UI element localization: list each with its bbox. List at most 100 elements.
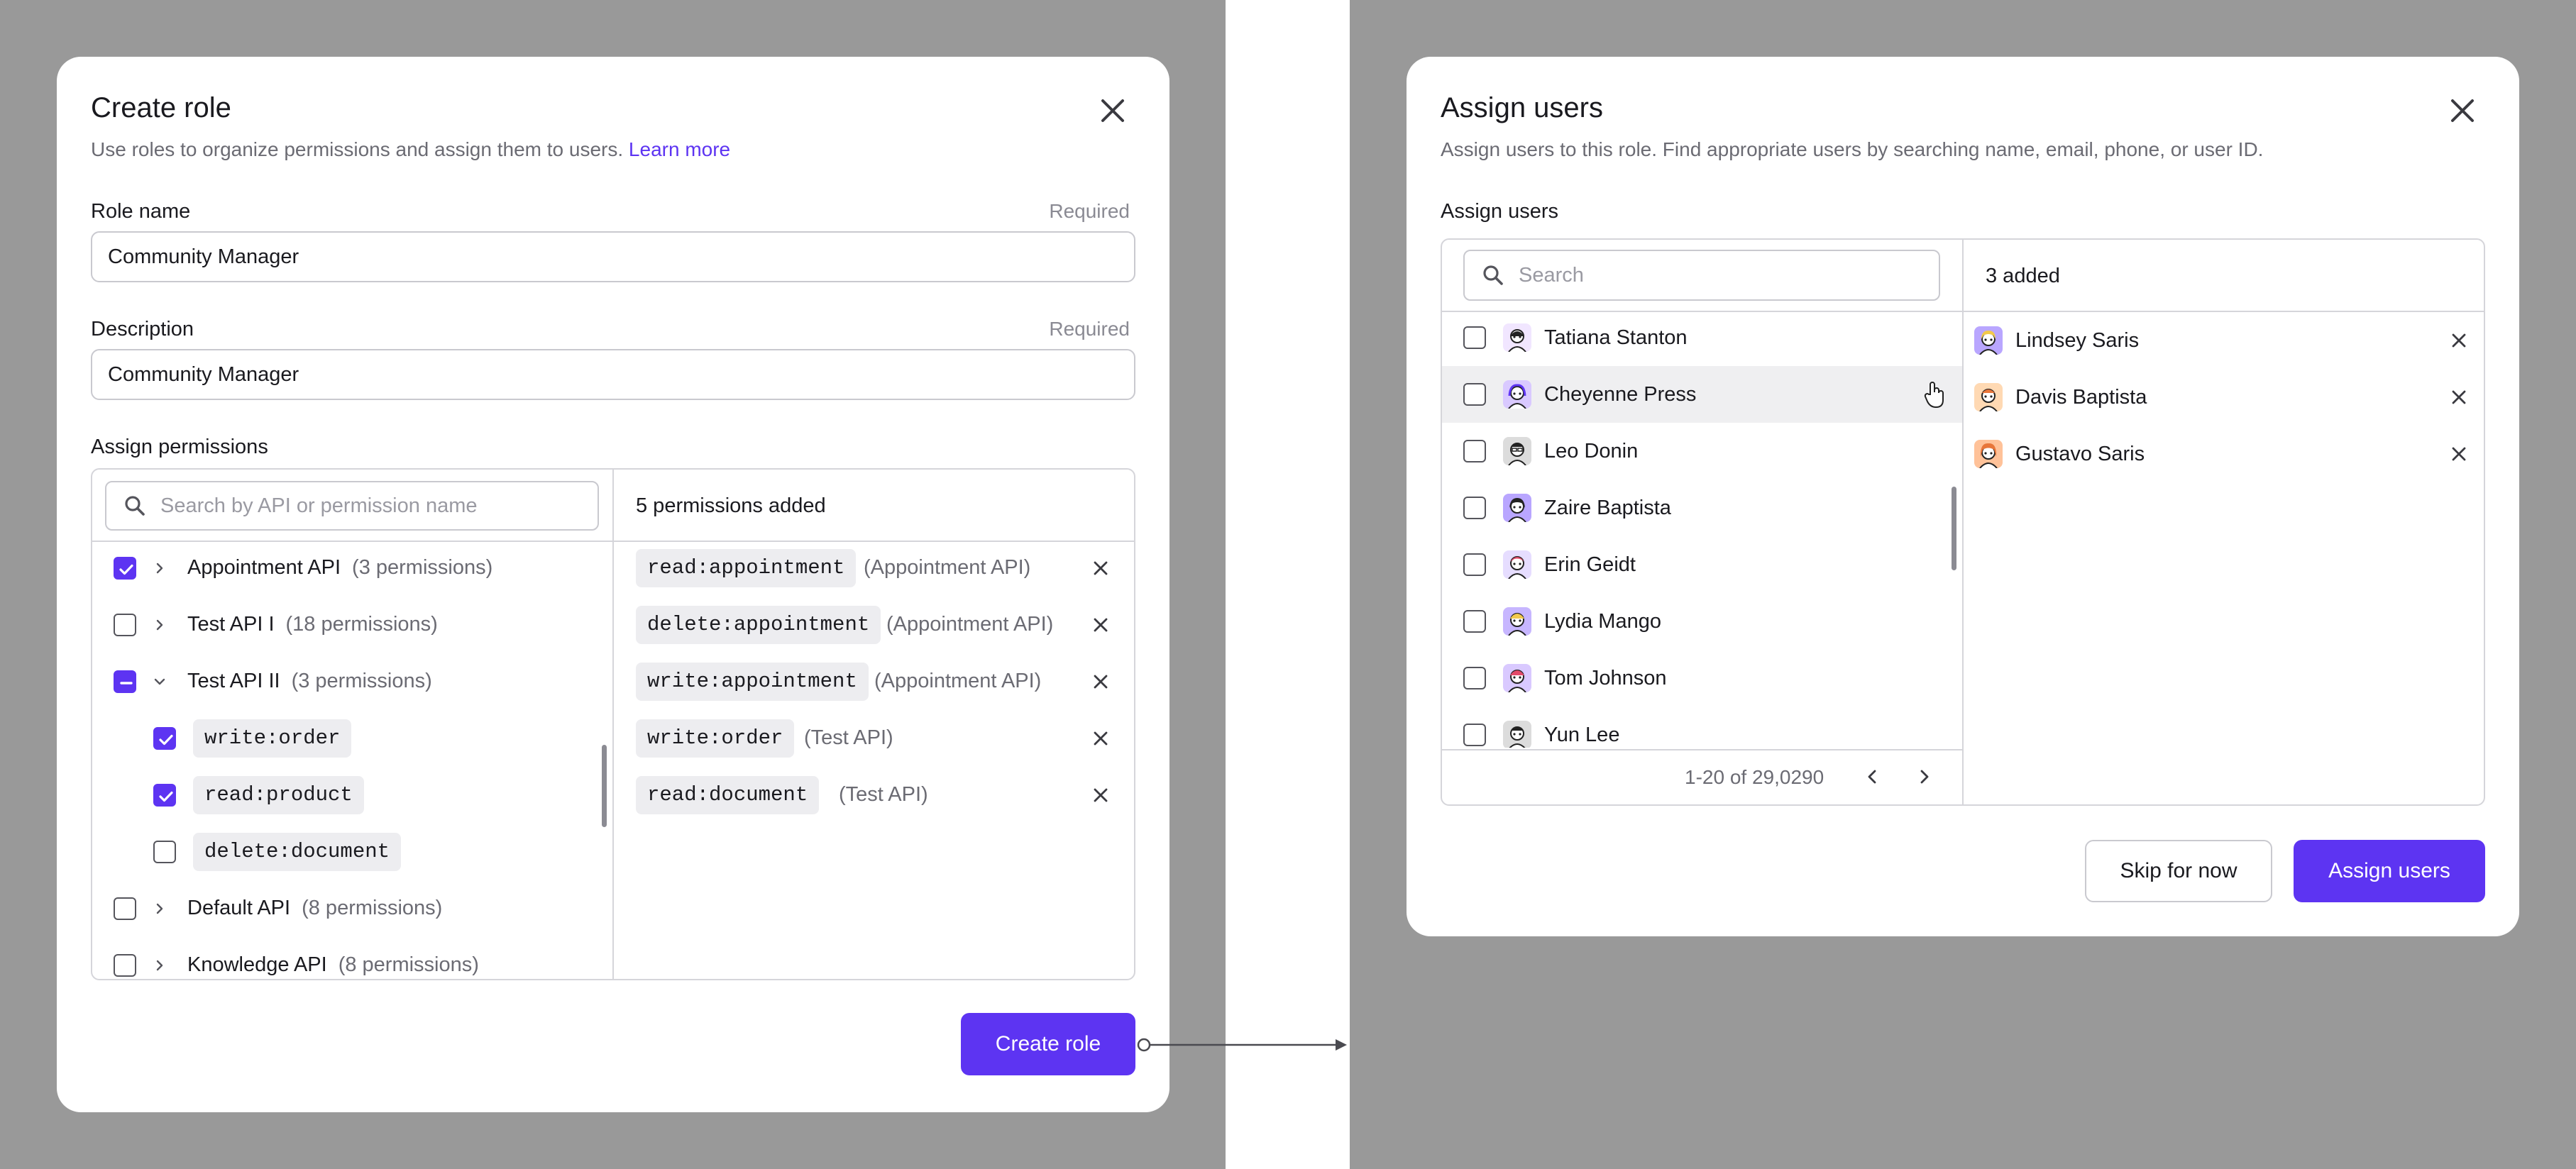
description-required: Required — [1049, 318, 1130, 340]
remove-icon[interactable] — [1091, 672, 1111, 692]
user-name: Gustavo Saris — [2015, 443, 2145, 465]
remove-icon[interactable] — [2449, 444, 2469, 464]
user-search-input[interactable] — [1519, 251, 1898, 299]
modal-title: Assign users — [1441, 92, 1603, 123]
chevron-right-icon[interactable] — [152, 958, 167, 973]
chevron-left-icon[interactable] — [1862, 766, 1883, 787]
avatar — [1503, 721, 1531, 748]
permission-code: write:order — [636, 719, 795, 758]
learn-more-link[interactable]: Learn more — [629, 138, 730, 160]
api-name: Test API I — [187, 613, 275, 636]
list-item[interactable]: Zaire Baptista — [1442, 480, 1962, 536]
list-item[interactable]: Lydia Mango — [1442, 593, 1962, 650]
user-name: Tom Johnson — [1544, 667, 1667, 689]
avatar — [1503, 380, 1531, 409]
assign-users-label: Assign users — [1441, 200, 1559, 223]
permission-api: (Appointment API) — [886, 613, 1054, 636]
checkbox[interactable] — [1463, 326, 1486, 349]
permission-search-input[interactable] — [160, 482, 554, 529]
list-item[interactable]: Tatiana Stanton — [1442, 312, 1962, 366]
api-count: (18 permissions) — [285, 613, 438, 636]
tree-row-label: Appointment API (3 permissions) — [187, 556, 492, 580]
checkbox[interactable] — [114, 954, 136, 977]
remove-icon[interactable] — [1091, 728, 1111, 748]
backdrop-gap — [1226, 0, 1350, 1169]
checkbox[interactable] — [1463, 440, 1486, 462]
hand-cursor-icon — [1924, 382, 1944, 409]
api-name: Knowledge API — [187, 953, 327, 976]
avatar — [1974, 383, 2003, 411]
list-item[interactable]: Leo Donin — [1442, 423, 1962, 480]
api-count: (3 permissions) — [291, 670, 432, 692]
chevron-down-icon[interactable] — [152, 674, 167, 689]
remove-icon[interactable] — [1091, 615, 1111, 635]
avatar — [1503, 550, 1531, 579]
list-item[interactable]: Tom Johnson — [1442, 650, 1962, 707]
user-name: Lindsey Saris — [2015, 329, 2140, 352]
description-label: Description — [91, 318, 194, 340]
panel-divider — [612, 470, 614, 979]
list-item[interactable]: Yun Lee — [1442, 707, 1962, 748]
checkbox[interactable] — [1463, 497, 1486, 519]
minus-icon — [120, 682, 133, 685]
avatar — [1503, 437, 1531, 465]
user-name: Zaire Baptista — [1544, 497, 1671, 519]
permission-code: read:appointment — [636, 549, 857, 587]
close-icon[interactable] — [2445, 94, 2479, 128]
checkbox[interactable] — [153, 784, 176, 807]
list-item[interactable]: Erin Geidt — [1442, 536, 1962, 593]
api-name: Default API — [187, 897, 291, 919]
assign-users-modal: Assign users Assign users to this role. … — [1407, 57, 2519, 936]
permission-code: read:document — [636, 776, 820, 814]
permission-search[interactable] — [105, 481, 599, 531]
list-item[interactable]: Cheyenne Press — [1442, 366, 1962, 423]
search-icon — [1483, 265, 1503, 285]
modal-subtitle: Assign users to this role. Find appropri… — [1441, 138, 2264, 160]
remove-icon[interactable] — [2449, 331, 2469, 350]
checkbox[interactable] — [1463, 667, 1486, 689]
permission-code: write:appointment — [636, 663, 869, 701]
flow-connector — [1137, 1038, 1347, 1052]
avatar — [1503, 494, 1531, 522]
remove-icon[interactable] — [1091, 785, 1111, 805]
user-search[interactable] — [1463, 250, 1940, 301]
role-name-input[interactable]: Community Manager — [91, 231, 1135, 282]
skip-button[interactable]: Skip for now — [2085, 840, 2272, 902]
tree-row-label: Test API I (18 permissions) — [187, 613, 438, 636]
remove-icon[interactable] — [1091, 558, 1111, 578]
tree-row-label: Knowledge API (8 permissions) — [187, 953, 479, 977]
permission-code: delete:appointment — [636, 606, 881, 644]
checkbox[interactable] — [1463, 383, 1486, 406]
chevron-right-icon[interactable] — [152, 901, 167, 916]
chevron-right-icon[interactable] — [152, 560, 167, 576]
api-count: (3 permissions) — [352, 556, 493, 579]
checkbox[interactable] — [1463, 553, 1486, 576]
user-name: Davis Baptista — [2015, 386, 2147, 409]
checkbox[interactable] — [1463, 610, 1486, 633]
user-list: Tatiana Stanton Cheyenne Press Leo Donin — [1442, 312, 1962, 748]
permissions-panel: 5 permissions added Appointment API (3 pe… — [91, 468, 1135, 980]
api-name: Appointment API — [187, 556, 341, 579]
checkbox[interactable] — [153, 727, 176, 750]
api-count: (8 permissions) — [338, 953, 479, 976]
checkbox[interactable] — [1463, 724, 1486, 746]
tree-scrollbar[interactable] — [602, 745, 607, 827]
assign-permissions-label: Assign permissions — [91, 436, 268, 458]
chevron-right-icon[interactable] — [152, 617, 167, 633]
role-name-label: Role name — [91, 200, 191, 223]
assign-users-button[interactable]: Assign users — [2294, 840, 2485, 902]
checkbox[interactable] — [114, 897, 136, 920]
checkbox[interactable] — [114, 557, 136, 580]
checkbox[interactable] — [114, 614, 136, 636]
remove-icon[interactable] — [2449, 387, 2469, 407]
user-list-scrollbar[interactable] — [1952, 487, 1956, 570]
chevron-right-icon[interactable] — [1913, 766, 1934, 787]
user-name: Yun Lee — [1544, 724, 1620, 746]
checkbox[interactable] — [114, 670, 136, 693]
check-icon — [119, 564, 133, 575]
modal-title: Create role — [91, 92, 231, 123]
description-input[interactable]: Community Manager — [91, 349, 1135, 400]
create-role-button[interactable]: Create role — [961, 1013, 1135, 1075]
checkbox[interactable] — [153, 841, 176, 863]
close-icon[interactable] — [1096, 94, 1130, 128]
